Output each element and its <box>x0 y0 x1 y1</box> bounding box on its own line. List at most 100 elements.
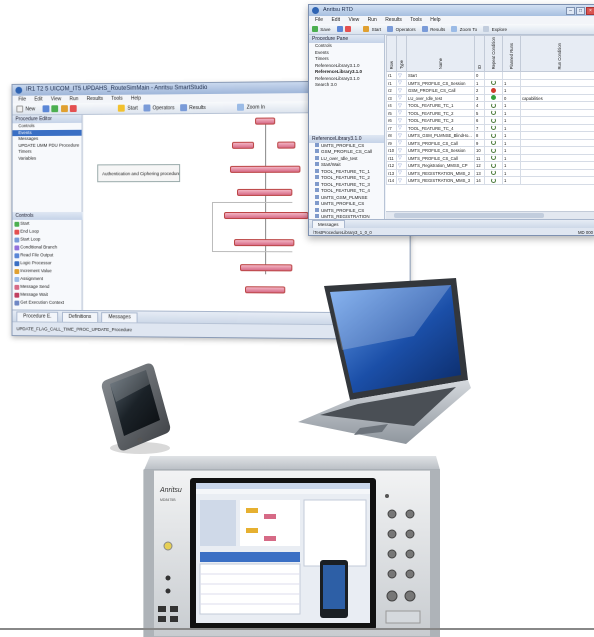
menu-help[interactable]: Help <box>131 96 141 102</box>
column-header-type[interactable]: Type <box>396 35 407 73</box>
column-header-planned[interactable]: Planned Runs <box>502 35 521 73</box>
menu-view[interactable]: View <box>348 17 359 23</box>
new-button[interactable]: New <box>25 106 35 112</box>
results-icon[interactable] <box>421 26 428 32</box>
run-condition-cell: capabilities <box>520 93 594 103</box>
table-row[interactable]: r13 ▽ UMTS_REGISTRATION_MMS_2 13 1 <box>386 168 594 178</box>
explore-button[interactable]: Explore <box>492 27 507 32</box>
control-start-loop[interactable]: Start Loop <box>13 236 83 244</box>
zoom-button[interactable]: Zoom In <box>247 105 265 111</box>
flow-node-branch-right[interactable] <box>277 141 296 149</box>
table-row[interactable]: r9 ▽ UMTS_PROFILE_CS_Call 9 1 <box>386 138 594 148</box>
menu-results[interactable]: Results <box>385 17 402 23</box>
menu-run[interactable]: Run <box>368 17 377 23</box>
flow-node-step-6[interactable] <box>240 264 293 272</box>
flow-note[interactable]: Authentication and Ciphering procedure <box>97 164 181 183</box>
open-icon[interactable] <box>42 105 50 113</box>
flow-node-end[interactable] <box>245 286 286 294</box>
control-get-context[interactable]: Get Execution Context <box>13 299 83 307</box>
table-row[interactable]: r10 ▽ UMTS_PROFILE_CS_Session 10 1 <box>386 146 594 155</box>
horizontal-scrollbar[interactable] <box>386 211 594 219</box>
menu-help[interactable]: Help <box>430 17 440 23</box>
control-conditional-branch[interactable]: Conditional Branch <box>13 243 83 251</box>
column-header-id[interactable]: ID <box>474 35 485 73</box>
app-logo-icon <box>15 86 23 94</box>
table-row[interactable]: r12 ▽ UMTS_Registration_MMSS_CP 12 1 <box>386 161 594 170</box>
start-icon[interactable] <box>363 26 370 32</box>
flow-node-step-4[interactable] <box>223 212 309 220</box>
results-button[interactable]: Results <box>189 105 206 111</box>
close-icon[interactable]: × <box>586 7 594 15</box>
flow-node-auth[interactable] <box>229 165 301 173</box>
menu-file[interactable]: File <box>18 97 26 103</box>
results-icon[interactable] <box>179 104 187 112</box>
operators-icon[interactable] <box>143 104 151 112</box>
operators-button[interactable]: Operators <box>152 105 174 111</box>
column-header-name[interactable]: Name <box>406 35 475 73</box>
column-header-run-condition[interactable]: Run Condition <box>520 35 594 73</box>
operators-icon[interactable] <box>387 26 394 32</box>
control-end-loop[interactable]: End Loop <box>13 228 83 236</box>
control-read-file[interactable]: Read File Output <box>13 251 83 259</box>
delete-icon[interactable] <box>345 26 352 32</box>
table-row[interactable]: r4 ▽ TOOL_FEATURE_TC_1 4 1 <box>386 101 594 110</box>
save-button[interactable]: Save <box>320 27 330 32</box>
control-start[interactable]: Start <box>13 220 83 228</box>
flow-node-branch-left[interactable] <box>231 141 255 149</box>
start-button[interactable]: Start <box>372 27 382 32</box>
tree-item-variables[interactable]: Variables <box>13 155 82 162</box>
menu-tools[interactable]: Tools <box>111 96 122 102</box>
table-row[interactable]: r14 ▽ UMTS_REGISTRATION_MMS_3 14 1 <box>386 176 594 185</box>
operators-button[interactable]: Operators <box>396 27 416 32</box>
table-row[interactable]: r11 ▽ UMTS_PROFILE_CS_Call 11 1 <box>386 153 594 163</box>
flow-node-step-5[interactable] <box>233 239 295 247</box>
delete-icon[interactable] <box>69 105 77 113</box>
explore-icon[interactable] <box>483 26 490 32</box>
menu-file[interactable]: File <box>315 17 323 23</box>
minimize-icon[interactable]: – <box>566 7 575 15</box>
table-row[interactable]: r1 ▽ UMTS_PROFILE_CS_Session 1 1 <box>386 78 594 88</box>
table-body: r1 ▽ Start 0 r1 ▽ UMTS_PROFILE_CS_Session 1 1 r2 ▽… <box>386 71 594 185</box>
zoom-icon[interactable] <box>451 26 458 32</box>
message-send-icon <box>14 284 20 290</box>
table-row[interactable]: r2 ▽ GSM_PROFILE_CS_Call 2 1 <box>386 86 594 95</box>
save-icon[interactable] <box>312 26 318 32</box>
type-cell: ▽ <box>396 131 407 140</box>
new-icon[interactable] <box>16 105 24 113</box>
zoom-icon[interactable] <box>237 103 245 111</box>
start-icon[interactable] <box>118 104 126 112</box>
maximize-icon[interactable]: □ <box>576 7 585 15</box>
cut-icon[interactable] <box>60 105 68 113</box>
results-button[interactable]: Results <box>430 27 445 32</box>
library-header: ReferenceLibrary3.1.0 <box>309 134 384 143</box>
table-row[interactable]: r7 ▽ TOOL_FEATURE_TC_4 7 1 <box>386 123 594 133</box>
test-type-icon: ▽ <box>398 80 402 87</box>
id-cell: 1 <box>474 78 485 88</box>
table-row[interactable]: r1 ▽ Start 0 <box>386 71 594 80</box>
menu-edit[interactable]: Edit <box>34 96 42 102</box>
table-row[interactable]: r5 ▽ TOOL_FEATURE_TC_2 5 1 <box>386 108 594 118</box>
save-icon[interactable] <box>51 105 59 113</box>
menu-edit[interactable]: Edit <box>331 17 340 23</box>
flow-node-step-3[interactable] <box>236 188 293 196</box>
result-cell <box>484 146 503 155</box>
repeat-status-icon <box>491 117 496 123</box>
flow-node-start[interactable] <box>255 117 276 125</box>
scrollbar-thumb[interactable] <box>394 213 544 218</box>
menu-view[interactable]: View <box>51 96 61 102</box>
menu-results[interactable]: Results <box>87 96 103 102</box>
copy-icon[interactable] <box>336 26 343 32</box>
name-cell: TOOL_FEATURE_TC_3 <box>406 116 475 125</box>
end-loop-icon <box>14 229 20 235</box>
zoom-button[interactable]: Zoom To <box>460 27 477 32</box>
column-header-repeat[interactable]: Repeat Condition <box>484 35 503 73</box>
test-type-icon: ▽ <box>398 147 402 154</box>
tree-item-search[interactable]: Search 3.0 <box>309 82 384 89</box>
table-row[interactable]: r6 ▽ TOOL_FEATURE_TC_3 6 1 <box>386 116 594 125</box>
table-row[interactable]: r3 ▽ LU_over_Idle_test 3 0 capabilities <box>386 93 594 103</box>
menu-run[interactable]: Run <box>69 96 78 102</box>
menu-tools[interactable]: Tools <box>410 17 422 23</box>
start-button[interactable]: Start <box>127 106 137 112</box>
table-row[interactable]: r8 ▽ UMTS_GSM_PLMNSE_BlindHo... 8 1 <box>386 131 594 140</box>
column-header-row[interactable]: Row <box>386 35 397 73</box>
